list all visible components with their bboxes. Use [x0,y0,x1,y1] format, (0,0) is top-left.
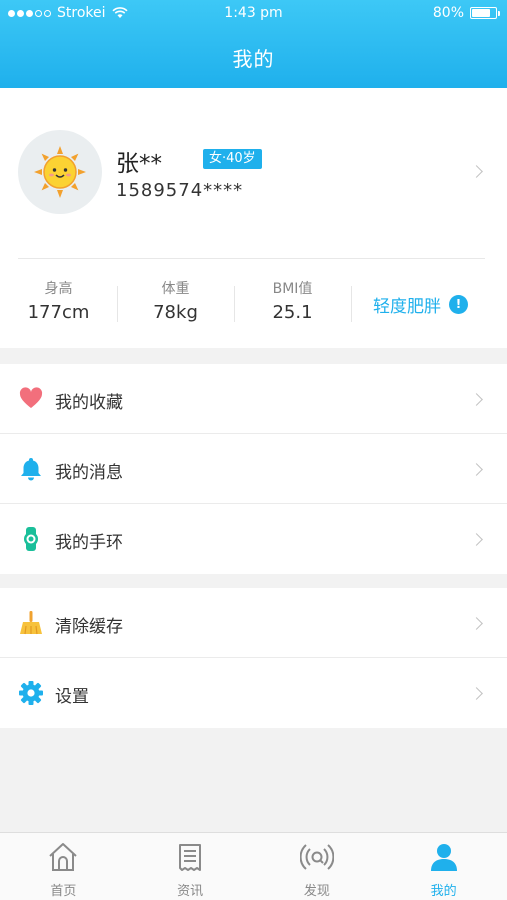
menu-item-label: 我的手环 [55,533,123,553]
divider [351,286,352,322]
profile-card[interactable]: 张** 女·40岁 1589574**** 身高 177cm 体重 78kg B… [0,88,507,348]
avatar[interactable] [18,130,102,214]
tab-news[interactable]: 资讯 [127,833,254,900]
stat-value: 177cm [27,302,90,323]
divider [18,258,485,259]
chevron-right-icon [470,533,483,546]
stat-label: 身高 [44,281,73,297]
menu-group-system: 清除缓存 设置 [0,588,507,728]
stat-height: 身高 177cm [0,278,117,323]
gear-icon [19,681,43,705]
info-icon[interactable]: ! [449,295,468,314]
menu-item-label: 设置 [55,687,89,707]
stat-label: 体重 [161,281,190,297]
menu-item-wristband[interactable]: 我的手环 [0,504,507,574]
bmi-status[interactable]: 轻度肥胖 ! [373,292,468,317]
menu-item-messages[interactable]: 我的消息 [0,434,507,504]
tab-home[interactable]: 首页 [0,833,127,900]
wristband-icon [24,527,38,551]
chevron-right-icon [470,687,483,700]
menu-item-label: 我的消息 [55,463,123,483]
stat-label: BMI值 [272,281,313,297]
menu-group-personal: 我的收藏 我的消息 我的手环 [0,364,507,574]
user-name: 张** [116,151,162,177]
user-icon [430,844,457,871]
tab-label: 发现 [303,884,330,899]
menu-item-settings[interactable]: 设置 [0,658,507,728]
broom-icon [20,611,42,635]
battery-icon [470,7,500,19]
tab-discover[interactable]: 发现 [254,833,381,900]
bmi-status-label: 轻度肥胖 [373,297,441,317]
menu-item-label: 清除缓存 [55,617,123,637]
tab-mine[interactable]: 我的 [380,833,507,900]
stat-value: 25.1 [272,302,313,323]
stat-value: 78kg [153,302,198,323]
bell-icon [21,458,41,481]
sun-avatar-icon [34,146,86,198]
status-bar: Strokei 1:43 pm 80% [0,0,507,26]
tab-label: 我的 [430,884,457,899]
chevron-right-icon [470,165,483,178]
tab-label: 资讯 [177,884,204,899]
home-icon [49,843,78,871]
page-title: 我的 [232,47,275,71]
gender-age-badge: 女·40岁 [203,149,262,169]
stat-weight: 体重 78kg [117,278,234,323]
chevron-right-icon [470,617,483,630]
chevron-right-icon [470,393,483,406]
body-stats: 身高 177cm 体重 78kg BMI值 25.1 轻度肥胖 ! [0,278,507,330]
user-phone: 1589574**** [116,180,244,201]
chevron-right-icon [470,463,483,476]
tab-label: 首页 [50,884,77,899]
header-bar: Strokei 1:43 pm 80% 我的 [0,0,507,88]
status-time: 1:43 pm [224,5,283,21]
discover-icon [299,844,335,870]
menu-item-favorites[interactable]: 我的收藏 [0,364,507,434]
battery-percent: 80% [432,5,464,21]
heart-icon [19,387,43,408]
stat-bmi: BMI值 25.1 [234,278,351,323]
menu-item-label: 我的收藏 [55,393,123,413]
tab-bar: 首页 资讯 发现 我的 [0,832,507,900]
news-icon [179,844,202,871]
menu-item-clear-cache[interactable]: 清除缓存 [0,588,507,658]
